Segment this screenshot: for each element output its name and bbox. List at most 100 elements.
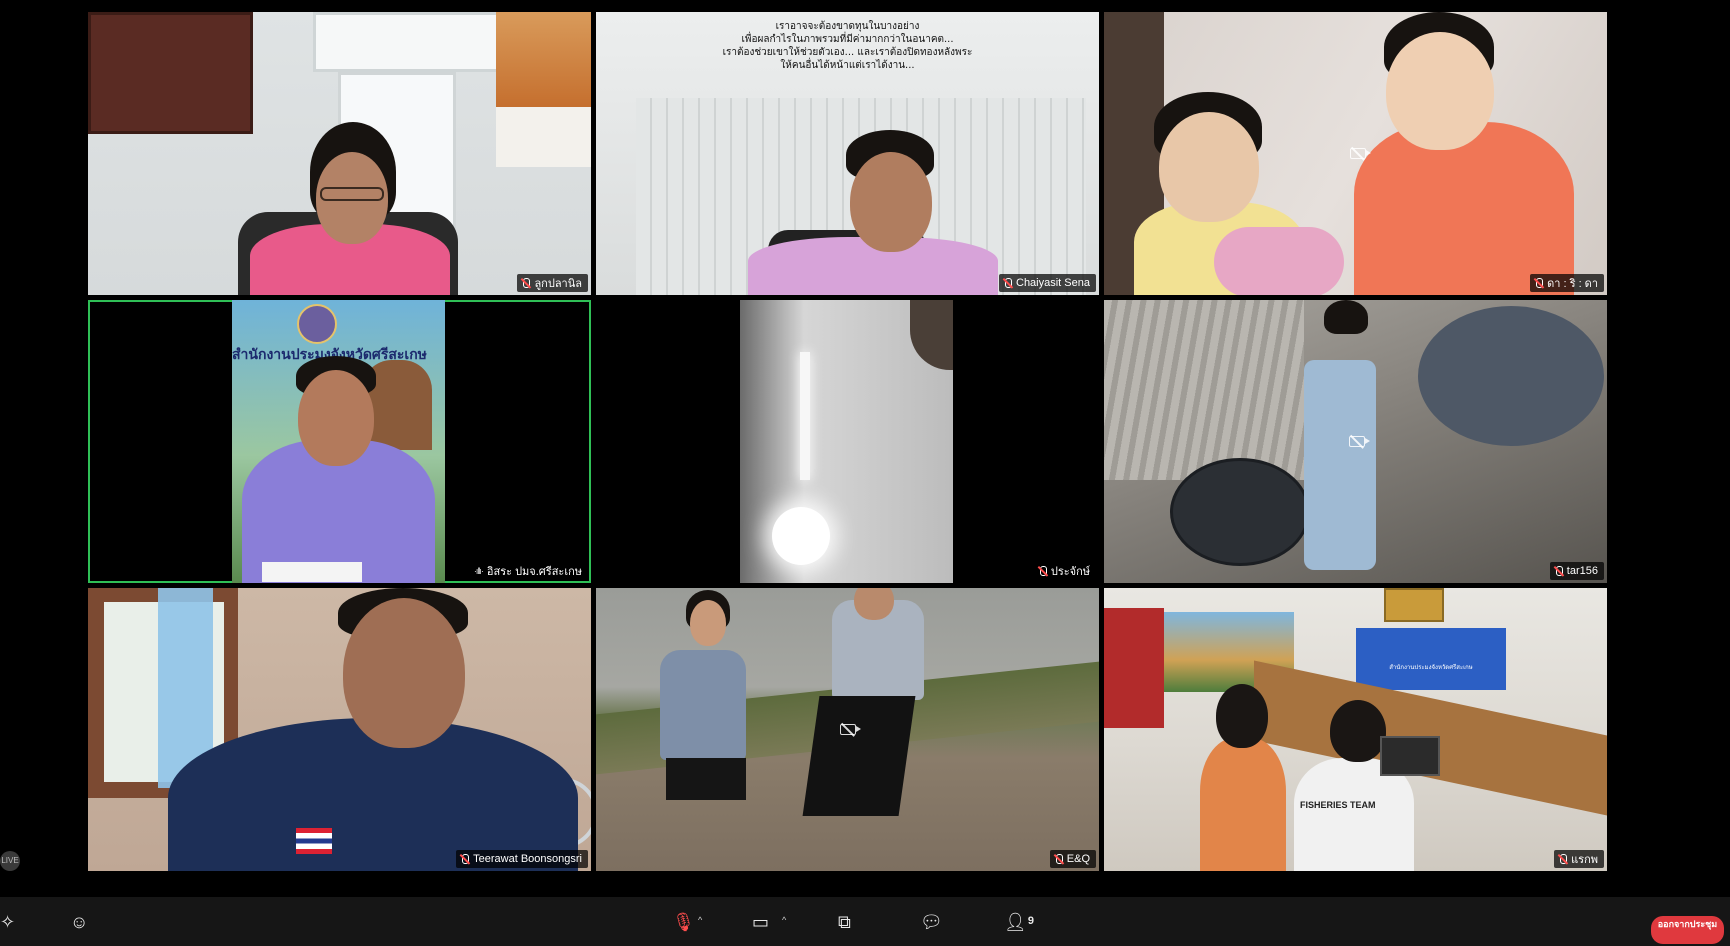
video-tile-5[interactable]: ประจักษ์: [596, 300, 1099, 583]
man-trousers: [802, 696, 916, 816]
attendee-orange-body: [1200, 738, 1286, 871]
participant-nametag: ประจักษ์: [1033, 562, 1096, 580]
child-left-head: [1159, 112, 1259, 222]
video-off-icon: [840, 724, 861, 735]
tile-video-feed: [596, 588, 1099, 871]
mic-muted-icon: [521, 277, 531, 289]
ai-companion-button[interactable]: ✧: [0, 913, 15, 941]
live-badge[interactable]: LIVE: [0, 851, 20, 871]
video-tile-4-active-speaker[interactable]: สำนักงานประมงจังหวัดศรีสะเกษ ·ıllı· อิสร…: [88, 300, 591, 583]
tile-video-feed: สำนักงานประมงจังหวัดศรีสะเกษ FISHERIES T…: [1104, 588, 1607, 871]
wall-quote-line-3: เราต้องช่วยเขาให้ช่วยตัวเอง... และเราต้อ…: [722, 47, 973, 58]
child-right-body: [1354, 122, 1574, 295]
tile-video-feed: [740, 300, 953, 583]
participant-name: ประจักษ์: [1050, 566, 1090, 578]
large-pot: [1418, 306, 1604, 446]
participant-nametag: ลูกปลานิล: [517, 274, 588, 292]
video-off-icon: [1349, 436, 1370, 447]
tile-video-feed: [1104, 12, 1607, 295]
share-screen-icon: ⧉: [838, 912, 851, 932]
reactions-button[interactable]: ☺: [70, 913, 88, 941]
child-body: [1304, 360, 1376, 570]
chat-button[interactable]: 💬︎: [920, 913, 943, 941]
video-tile-1[interactable]: ลูกปลานิล: [88, 12, 591, 295]
mic-muted-icon: [460, 853, 470, 865]
video-tile-2[interactable]: เราอาจจะต้องขาดทุนในบางอย่าง เพื่อผลกำไร…: [596, 12, 1099, 295]
smiley-icon: ☺: [70, 912, 89, 932]
participant-nametag: tar156: [1549, 562, 1604, 580]
dark-corner: [910, 300, 953, 370]
person-body: [168, 718, 578, 871]
laptop-screen: [1380, 736, 1440, 776]
participants-button[interactable]: 👤︎ 9: [1004, 913, 1034, 941]
glasses: [320, 187, 384, 201]
video-options-chevron-icon[interactable]: ^: [782, 915, 786, 925]
attendee-orange-head: [1216, 684, 1268, 748]
meeting-room-sign-text: สำนักงานประมงจังหวัดศรีสะเกษ: [1389, 665, 1473, 671]
mic-toggle-button[interactable]: 🎙︎: [672, 913, 695, 941]
participant-nametag: Chaiyasit Sena: [999, 274, 1096, 292]
audio-wave-icon: ·ıllı·: [473, 566, 484, 576]
participant-name: Chaiyasit Sena: [1016, 277, 1090, 289]
meeting-toolbar: ✧ ☺ 🎙︎ ^ ▭ ^ ⧉ 💬︎ 👤︎ 9: [0, 897, 1730, 946]
woman-head: [690, 600, 726, 646]
person-icon: 👤︎: [1004, 912, 1027, 932]
meeting-stage: ลูกปลานิล เราอาจจะต้องขาดทุนในบางอย่าง เ…: [0, 0, 1730, 946]
woman-skirt: [666, 758, 746, 800]
blue-sign-board: สำนักงานประมงจังหวัดศรีสะเกษ: [1356, 628, 1506, 690]
wall-quote-line-1: เราอาจจะต้องขาดทุนในบางอย่าง: [775, 21, 920, 32]
wall-quote-line-4: ให้คนอื่นได้หน้าแต่เราได้งาน...: [780, 60, 915, 71]
participant-name: ลูกปลานิล: [534, 278, 582, 290]
wall-lamp: [800, 352, 810, 480]
tile-video-feed: [88, 588, 591, 871]
video-tile-8[interactable]: E&Q: [596, 588, 1099, 871]
woman-body: [660, 650, 746, 760]
mic-muted-icon: [1558, 853, 1568, 865]
tile-video-feed: [88, 12, 591, 295]
attendee-white-head: [1330, 700, 1386, 762]
leave-meeting-button[interactable]: ออกจากประชุม: [1651, 916, 1724, 944]
corrugated-wall: [1104, 300, 1304, 480]
participant-name: แรกพ: [1571, 854, 1598, 866]
mic-muted-icon: [1003, 277, 1012, 289]
participant-name: E&Q: [1066, 853, 1090, 865]
person-head: [850, 152, 932, 252]
video-toggle-button[interactable]: ▭: [752, 913, 769, 941]
tile-video-feed: เราอาจจะต้องขาดทุนในบางอย่าง เพื่อผลกำไร…: [596, 12, 1099, 295]
participant-nametag: ·ıllı· อิสระ ปมจ.ศรีสะเกษ: [469, 562, 588, 580]
royal-portraits: [1384, 588, 1444, 622]
pink-pillow: [1214, 227, 1344, 295]
tile-video-feed: [1104, 300, 1607, 583]
mic-options-chevron-icon[interactable]: ^: [698, 915, 702, 925]
video-tile-7[interactable]: Teerawat Boonsongsri: [88, 588, 591, 871]
person-head: [343, 598, 465, 748]
seal-logo: [297, 304, 337, 344]
video-tile-9[interactable]: สำนักงานประมงจังหวัดศรีสะเกษ FISHERIES T…: [1104, 588, 1607, 871]
flag-patch: [296, 828, 332, 854]
participant-nametag: ดา : ริ : ดา: [1530, 274, 1604, 292]
tile-video-feed: สำนักงานประมงจังหวัดศรีสะเกษ: [232, 300, 445, 583]
mic-muted-icon: [1038, 565, 1047, 577]
window-curtain: [1104, 608, 1164, 728]
person-head: [298, 370, 374, 466]
child-hair: [1324, 300, 1368, 334]
participant-nametag: แรกพ: [1554, 850, 1604, 868]
share-screen-button[interactable]: ⧉: [838, 913, 851, 941]
mic-off-icon: 🎙︎: [672, 912, 695, 932]
participant-name: ดา : ริ : ดา: [1547, 278, 1598, 290]
wall-quote: เราอาจจะต้องขาดทุนในบางอย่าง เพื่อผลกำไร…: [596, 20, 1099, 72]
picture-frame: [88, 12, 253, 134]
participant-count: 9: [1027, 915, 1034, 927]
wall-calendar: [496, 107, 591, 167]
wall-poster: [496, 12, 591, 107]
video-tile-6[interactable]: tar156: [1104, 300, 1607, 583]
mic-muted-icon: [1554, 565, 1563, 577]
light-orb: [772, 507, 830, 565]
round-stool: [1170, 458, 1310, 566]
video-tile-3[interactable]: ดา : ริ : ดา: [1104, 12, 1607, 295]
participant-name: tar156: [1566, 565, 1598, 577]
shirt-text: FISHERIES TEAM: [1300, 800, 1376, 810]
video-off-icon: [1350, 148, 1371, 159]
child-right-head: [1386, 32, 1494, 150]
participant-name: Teerawat Boonsongsri: [473, 853, 582, 865]
